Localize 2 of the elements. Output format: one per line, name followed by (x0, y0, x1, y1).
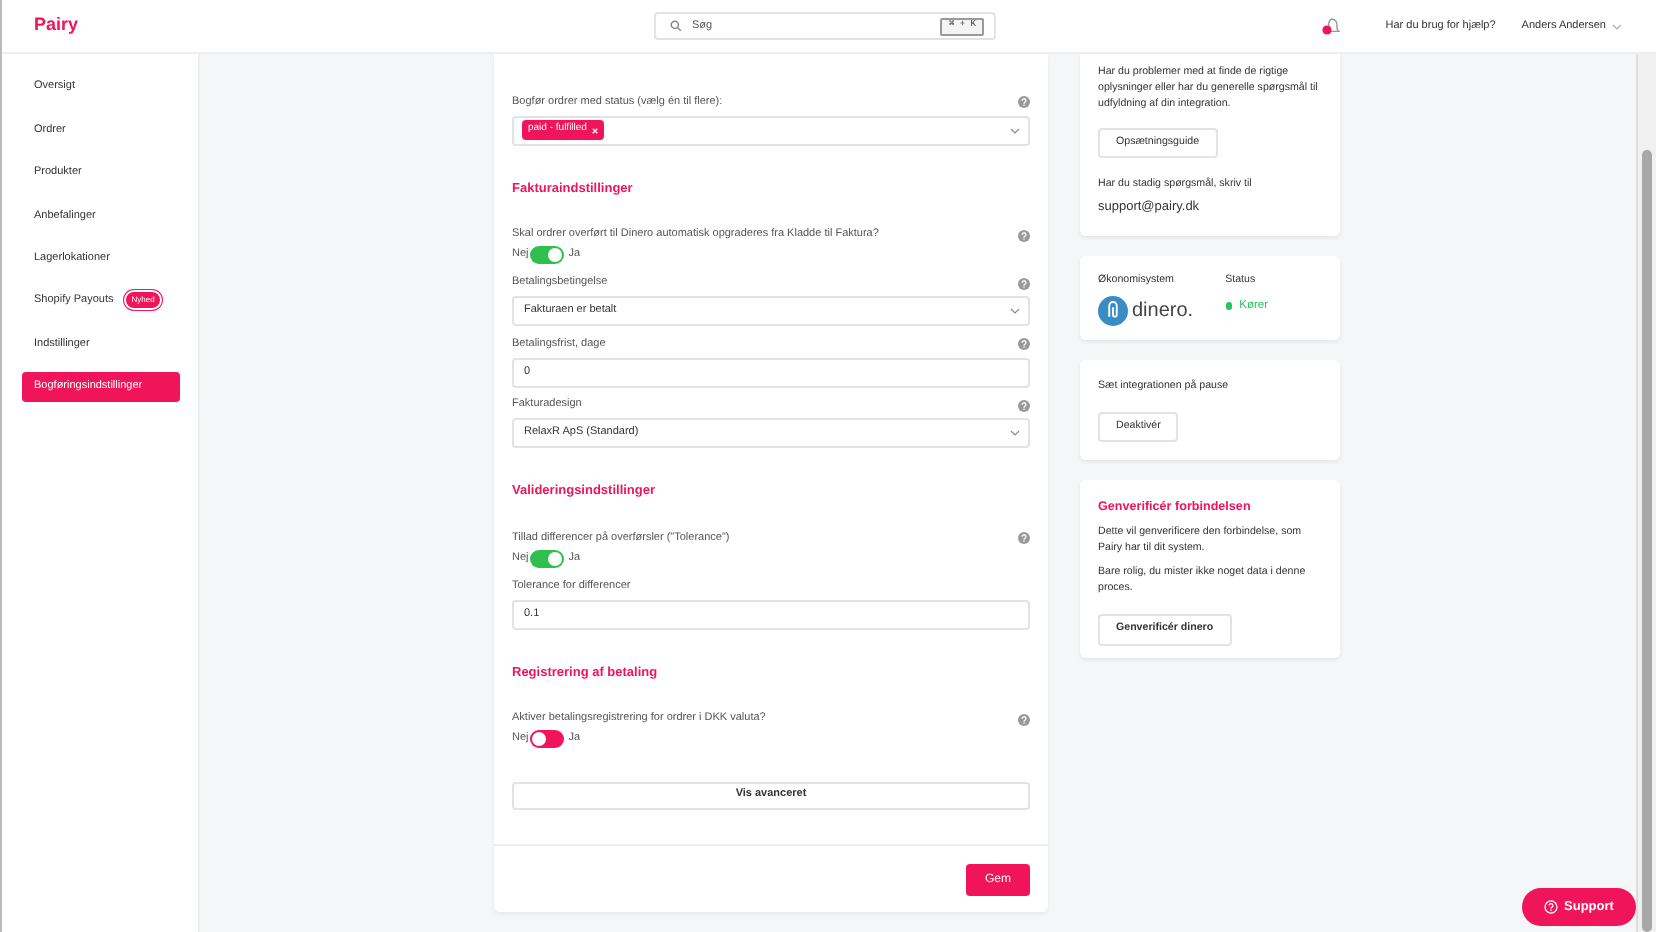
dinero-logo: dinero. (1098, 295, 1194, 326)
logo[interactable]: Pairy (34, 12, 654, 40)
